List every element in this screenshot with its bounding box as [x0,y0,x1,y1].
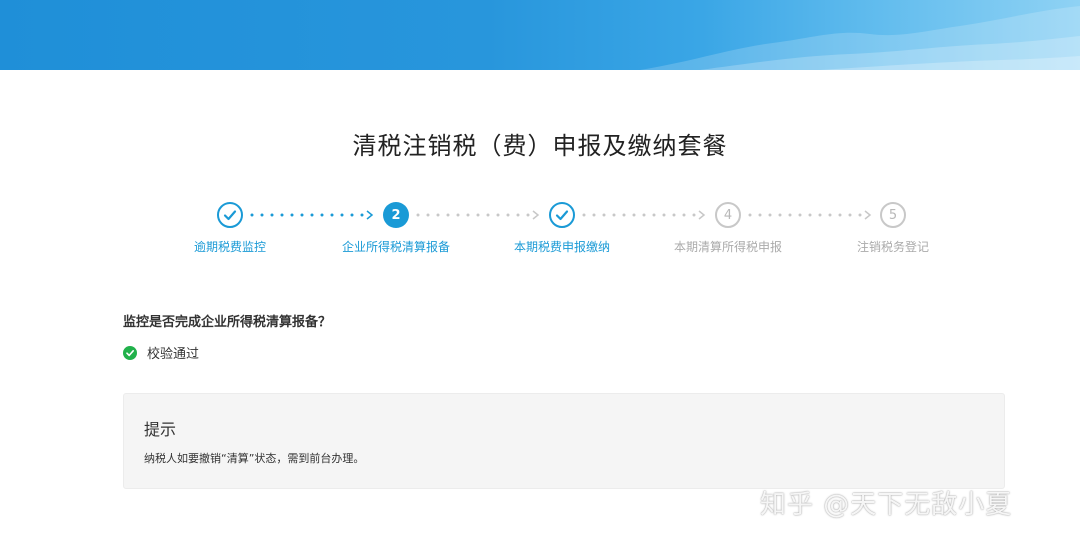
watermark-text: 知乎 @天下无敌小夏 [760,490,1013,520]
step-3-done-circle [549,202,575,228]
notice-title: 提示 [144,420,177,439]
header-banner [0,0,1080,70]
step-3-label: 本期税费申报缴纳 [513,240,610,254]
notice-body: 纳税人如要撤销“清算”状态，需到前台办理。 [144,452,365,465]
step-5-label: 注销税务登记 [856,240,929,254]
step-4-circle: 4 [715,202,741,228]
page-title: 清税注销税（费）申报及缴纳套餐 [352,132,728,160]
step-connector-3 [582,210,706,220]
success-check-icon [123,345,137,360]
check-icon [223,210,237,221]
check-icon [555,210,569,221]
step-1-done-circle [217,202,243,228]
check-result: 校验通过 [123,343,199,362]
step-4-label: 本期清算所得税申报 [673,240,782,254]
step-5-circle: 5 [880,202,906,228]
step-2-current-circle: 2 [383,202,409,228]
step-connector-4 [748,210,872,220]
step-1-label: 逾期税费监控 [193,240,266,254]
step-connector-2 [416,210,540,220]
check-question: 监控是否完成企业所得税清算报备？ [123,315,332,330]
mountain-decoration [640,6,1080,70]
step-connector-1 [250,210,374,220]
notice-box: 提示 纳税人如要撤销“清算”状态，需到前台办理。 [123,393,1005,489]
check-result-text: 校验通过 [147,347,200,362]
step-2-label: 企业所得税清算报备 [341,240,450,254]
progress-steps: 逾期税费监控 2 企业所得税清算报备 本期税费申报缴纳 4 本期清算所得税申报 … [0,200,1080,260]
